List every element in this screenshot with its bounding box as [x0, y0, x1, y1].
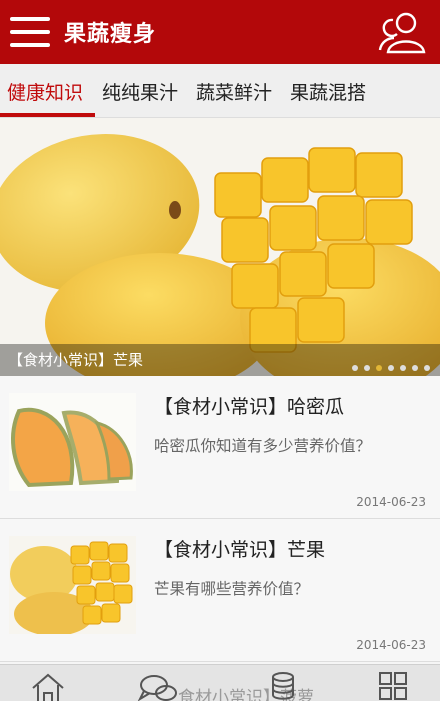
grid-icon[interactable] [378, 671, 408, 701]
coins-icon[interactable] [268, 671, 298, 701]
carousel-dot[interactable] [424, 365, 430, 371]
tab-pure-juice[interactable]: 纯纯果汁 [102, 78, 178, 105]
bottom-nav-bar: 食材小常识】菠萝 [0, 664, 440, 701]
article-item[interactable]: 【食材小常识】哈密瓜 哈密瓜你知道有多少营养价值？ 2014-06-23 [0, 376, 440, 519]
user-icon[interactable] [376, 10, 428, 54]
article-summary: 哈密瓜你知道有多少营养价值？ [154, 437, 372, 455]
article-item[interactable]: 【食材小常识】芒果 芒果有哪些营养价值？ 2014-06-23 [0, 519, 440, 662]
menu-icon[interactable] [10, 17, 50, 47]
carousel-dot-active[interactable] [376, 365, 382, 371]
mango-banner-image [0, 118, 440, 376]
mango-thumbnail [9, 536, 136, 634]
article-summary: 芒果有哪些营养价值？ [154, 580, 310, 598]
article-title: 【食材小常识】芒果 [154, 539, 326, 561]
article-date: 2014-06-23 [356, 495, 426, 509]
banner-caption: 【食材小常识】芒果 [8, 351, 144, 369]
active-tab-indicator [0, 113, 95, 117]
banner-carousel[interactable]: 【食材小常识】芒果 [0, 118, 440, 376]
carousel-dot[interactable] [400, 365, 406, 371]
article-title: 【食材小常识】哈密瓜 [154, 396, 345, 418]
cantaloupe-thumbnail [9, 393, 136, 491]
tab-vegetable-juice[interactable]: 蔬菜鲜汁 [196, 78, 272, 105]
carousel-dot[interactable] [412, 365, 418, 371]
app-title: 果蔬瘦身 [64, 22, 157, 47]
chat-icon[interactable] [138, 671, 178, 701]
carousel-dot[interactable] [388, 365, 394, 371]
tab-fruit-veg-mix[interactable]: 果蔬混搭 [290, 78, 366, 105]
carousel-dot[interactable] [364, 365, 370, 371]
home-icon[interactable] [30, 671, 66, 701]
carousel-dot[interactable] [352, 365, 358, 371]
carousel-dots [346, 356, 430, 375]
banner-caption-bar: 【食材小常识】芒果 [0, 344, 440, 376]
tab-health-knowledge[interactable]: 健康知识 [7, 78, 83, 105]
article-list: 【食材小常识】哈密瓜 哈密瓜你知道有多少营养价值？ 2014-06-23 【食材… [0, 376, 440, 662]
article-date: 2014-06-23 [356, 638, 426, 652]
category-tabs: 健康知识 纯纯果汁 蔬菜鲜汁 果蔬混搭 [0, 64, 440, 118]
app-header: 果蔬瘦身 [0, 0, 440, 64]
